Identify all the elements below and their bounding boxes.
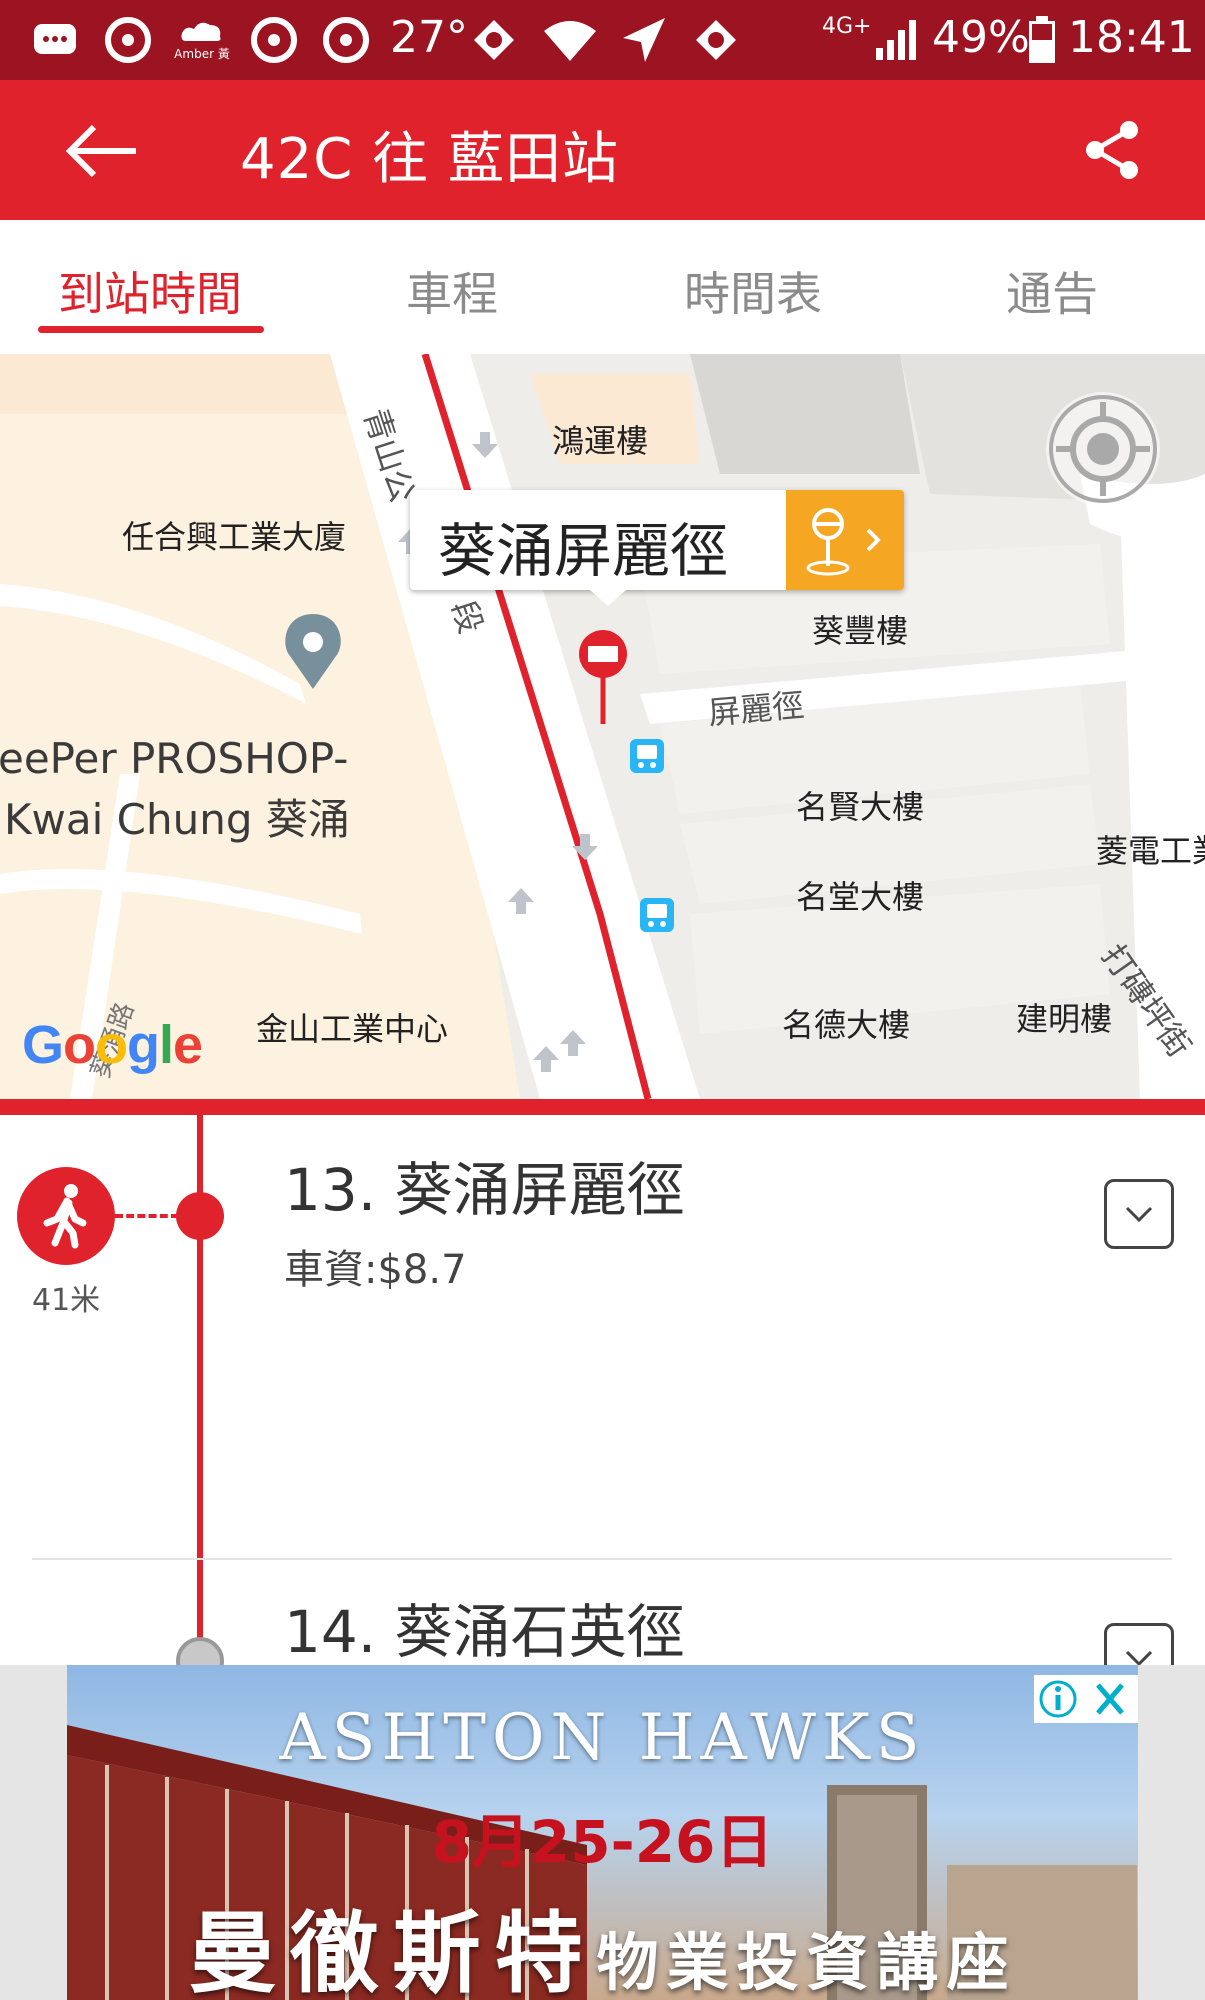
back-button[interactable]: [60, 116, 144, 186]
stop-list: 41米 13. 葵涌屏麗徑 車資:$8.7 14. 葵涌石英徑: [0, 1115, 1205, 1665]
ad-close-button[interactable]: [1082, 1675, 1138, 1723]
stop-detail-button[interactable]: [786, 490, 904, 590]
stop-pin-icon: [806, 508, 881, 576]
bus-stop-icon: [630, 739, 664, 773]
ad-info-button[interactable]: [1034, 1675, 1082, 1723]
map-label-building: 名堂大樓: [796, 878, 925, 916]
typhoon-signal-icon: [100, 14, 156, 66]
status-bar: Amber 黃 27° 4G+ 49% 18:41: [0, 0, 1205, 80]
ad-container: ASHTON HAWKS 8月25-26日 曼徹斯特物業投資講座: [0, 1665, 1205, 2000]
map-label-building: 葵豐樓: [812, 612, 909, 650]
map-label-road: 屏麗徑: [706, 685, 806, 733]
navigation-icon: [616, 14, 672, 66]
app-bar: 42C 往 藍田站: [0, 80, 1205, 220]
map-label-building: 菱電工業: [1096, 832, 1205, 870]
battery-percent: 49%: [932, 12, 1030, 63]
walk-distance: 41米: [32, 1283, 101, 1318]
ad-headline: ASHTON HAWKS: [279, 1701, 926, 1775]
app-icon: [466, 14, 522, 66]
app-icon: [688, 14, 744, 66]
walk-button[interactable]: [17, 1167, 115, 1265]
ad-title: 曼徹斯特物業投資講座: [67, 1883, 1138, 2000]
map-label-building: 名德大樓: [782, 1006, 911, 1044]
stop-marker: [176, 1637, 224, 1665]
ad-title-main: 曼徹斯特: [188, 1902, 597, 2000]
map-label-building: 鴻運樓: [552, 422, 649, 460]
route-map[interactable]: 鴻運樓 任合興工業大廈 青山公 段 葵豐樓 屏麗徑 名賢大樓 名堂大樓 名德大樓…: [0, 354, 1205, 1099]
map-label-poi: eePer PROSHOP-: [0, 734, 349, 783]
stop-callout[interactable]: 葵涌屏麗徑: [410, 490, 904, 606]
signal-icon: [872, 14, 922, 66]
arrow-left-icon: [65, 124, 136, 178]
share-icon: [1086, 121, 1138, 179]
wifi-icon: [540, 14, 600, 66]
my-location-button[interactable]: [1046, 392, 1160, 506]
row-divider: [32, 1558, 1172, 1560]
typhoon-signal-icon: [246, 14, 302, 66]
stop-title[interactable]: 13. 葵涌屏麗徑: [284, 1143, 685, 1227]
walk-connector: [115, 1214, 179, 1218]
expand-button[interactable]: [1104, 1623, 1174, 1665]
map-divider: [0, 1099, 1205, 1115]
stop-fare: 車資:$8.7: [284, 1247, 467, 1293]
tab-active-indicator: [38, 326, 264, 333]
stop-marker-current: [176, 1192, 224, 1240]
chevron-down-icon: [1125, 1206, 1153, 1223]
amber-rainstorm-icon: Amber 黃: [172, 14, 232, 66]
tab-timetable[interactable]: 時間表: [684, 258, 822, 324]
stop-title[interactable]: 14. 葵涌石英徑: [284, 1585, 685, 1665]
map-label-building: 任合興工業大廈: [122, 518, 347, 556]
info-icon: [1039, 1680, 1077, 1718]
typhoon-signal-icon: [318, 14, 374, 66]
map-canvas: [0, 354, 1205, 1099]
map-label-poi: Kwai Chung 葵涌: [4, 795, 350, 844]
close-icon: [1096, 1683, 1124, 1715]
chevron-down-icon: [1125, 1650, 1153, 1665]
ad-date: 8月25-26日: [431, 1808, 774, 1876]
tab-journey[interactable]: 車程: [406, 258, 498, 324]
map-label-building: 金山工業中心: [256, 1010, 449, 1048]
crosshair-icon: [1049, 395, 1157, 503]
map-label-building: 名賢大樓: [796, 788, 925, 826]
tab-bar: 到站時間 車程 時間表 通告: [0, 220, 1205, 354]
page-title: 42C 往 藍田站: [240, 127, 619, 192]
ad-title-sub: 物業投資講座: [596, 1926, 1017, 1999]
tab-notice[interactable]: 通告: [1006, 258, 1098, 324]
amber-label: Amber 黃: [174, 47, 230, 61]
google-logo: Google: [22, 1015, 203, 1075]
battery-icon: [1026, 14, 1058, 66]
temperature: 27°: [390, 12, 468, 63]
tab-arrival-time[interactable]: 到站時間: [58, 258, 242, 324]
walking-person-icon: [43, 1184, 87, 1249]
expand-button[interactable]: [1104, 1179, 1174, 1249]
share-button[interactable]: [1081, 118, 1145, 182]
clock: 18:41: [1068, 12, 1195, 63]
network-type: 4G+: [822, 14, 872, 39]
map-label-building: 建明樓: [1016, 1000, 1113, 1038]
callout-tail: [590, 590, 626, 606]
ad-banner[interactable]: ASHTON HAWKS 8月25-26日 曼徹斯特物業投資講座: [67, 1665, 1138, 2000]
message-icon: [30, 14, 80, 66]
callout-stop-name: 葵涌屏麗徑: [438, 517, 729, 585]
